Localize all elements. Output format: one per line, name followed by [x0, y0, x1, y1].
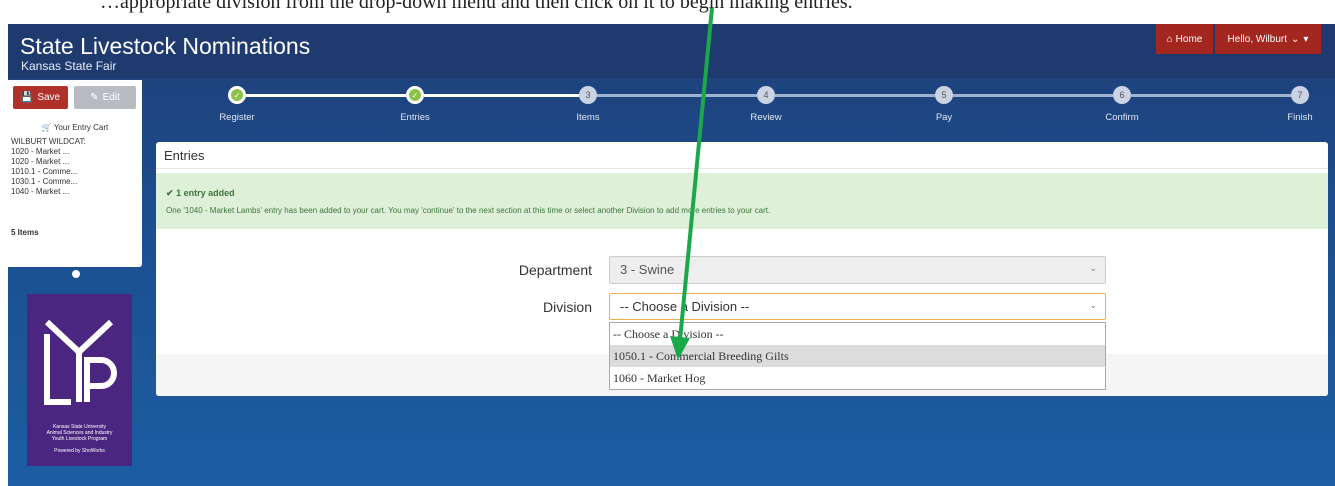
step-review-circle[interactable]: 4	[757, 86, 775, 104]
check-icon: ✓	[231, 89, 243, 101]
lyp-logo-mark	[44, 319, 117, 405]
step-connector	[953, 94, 1113, 97]
progress-stepper: ✓ Register ✓ Entries 3 Items 4 Review 5 …	[168, 80, 1328, 138]
divider	[156, 168, 1328, 169]
step-items-circle[interactable]: 3	[579, 86, 597, 104]
division-value: -- Choose a Division --	[620, 299, 750, 314]
entries-card: Entries ✔ 1 entry added One '1040 - Mark…	[156, 142, 1328, 396]
step-review-label: Review	[750, 112, 782, 123]
sidebar-toggle[interactable]	[72, 270, 80, 278]
cart-list: 1020 - Market ... 1020 - Market ... 1010…	[11, 147, 77, 197]
home-label: Home	[1175, 33, 1203, 45]
cart-owner: WILBURT WILDCAT:	[11, 137, 86, 146]
cart-item[interactable]: 1030.1 - Comme...	[11, 177, 77, 187]
cart-item[interactable]: 1020 - Market ...	[11, 147, 77, 157]
alert-title-text: 1 entry added	[176, 188, 235, 198]
step-entries-circle[interactable]: ✓	[406, 86, 424, 104]
check-icon: ✔	[166, 188, 174, 198]
edit-button[interactable]: ✎ Edit	[74, 86, 136, 109]
step-register-label: Register	[219, 112, 255, 123]
home-button[interactable]: ⌂ Home	[1156, 24, 1213, 54]
cart-count: 5 Items	[11, 228, 39, 237]
app-header: State Livestock Nominations Kansas State…	[8, 24, 1335, 78]
step-pay-label: Pay	[935, 112, 953, 123]
step-connector	[597, 94, 757, 97]
step-connector	[424, 94, 579, 97]
chevron-down-icon: ⌄	[1291, 33, 1300, 45]
division-option-highlighted[interactable]: 1050.1 - Commercial Breeding Gilts	[610, 345, 1105, 367]
cart-heading-label: Your Entry Cart	[53, 123, 109, 132]
success-alert: ✔ 1 entry added One '1040 - Market Lambs…	[156, 173, 1328, 229]
caret-down-icon: ▾	[1303, 33, 1309, 45]
department-label: Department	[518, 262, 592, 278]
alert-title: ✔ 1 entry added	[166, 188, 235, 199]
step-register-circle[interactable]: ✓	[228, 86, 246, 104]
pencil-icon: ✎	[90, 92, 99, 103]
powered-by: Powered by ShoWorks	[54, 448, 105, 454]
floppy-disk-icon: 💾	[20, 92, 34, 103]
step-confirm-circle[interactable]: 6	[1113, 86, 1131, 104]
save-button[interactable]: 💾 Save	[13, 86, 68, 109]
step-connector	[246, 94, 406, 97]
user-label: Hello, Wilburt	[1227, 33, 1288, 45]
division-label: Division	[542, 299, 592, 315]
chevron-down-icon: ⌄	[1089, 263, 1097, 273]
user-menu-button[interactable]: Hello, Wilburt ⌄ ▾	[1215, 24, 1321, 54]
department-value: 3 - Swine	[620, 262, 675, 277]
step-finish-circle[interactable]: 7	[1291, 86, 1309, 104]
caption-text: …appropriate division from the drop-down…	[100, 0, 853, 13]
home-icon: ⌂	[1166, 33, 1173, 45]
save-label: Save	[37, 92, 61, 103]
cart-heading: 🛒 Your Entry Cart	[8, 123, 142, 132]
lyp-logo: Kansas State University Animal Sciences …	[27, 294, 132, 466]
cart-item[interactable]: 1020 - Market ...	[11, 157, 77, 167]
logo-line-3: Youth Livestock Program	[51, 436, 108, 442]
app-subtitle: Kansas State Fair	[21, 59, 117, 73]
cart-icon: 🛒	[41, 123, 52, 132]
step-items-label: Items	[576, 112, 600, 123]
step-finish-label: Finish	[1287, 112, 1313, 123]
entry-cart-panel: 💾 Save ✎ Edit 🛒 Your Entry Cart WILBURT …	[8, 80, 142, 267]
app-title: State Livestock Nominations	[20, 33, 311, 59]
page-caption: …appropriate division from the drop-down…	[0, 0, 1335, 24]
division-select[interactable]: -- Choose a Division -- ⌄	[609, 293, 1106, 320]
chevron-down-icon: ⌄	[1089, 300, 1097, 310]
department-select[interactable]: 3 - Swine ⌄	[609, 256, 1106, 284]
step-connector	[775, 94, 935, 97]
step-connector	[1131, 94, 1291, 97]
cart-item[interactable]: 1040 - Market ...	[11, 187, 77, 197]
division-option[interactable]: -- Choose a Division --	[610, 323, 1105, 345]
cart-item[interactable]: 1010.1 - Comme...	[11, 167, 77, 177]
app-window: State Livestock Nominations Kansas State…	[8, 24, 1335, 486]
step-entries-label: Entries	[400, 112, 430, 123]
card-title: Entries	[164, 148, 205, 163]
division-dropdown[interactable]: -- Choose a Division -- 1050.1 - Commerc…	[609, 322, 1106, 390]
division-option[interactable]: 1060 - Market Hog	[610, 367, 1105, 389]
edit-label: Edit	[102, 92, 120, 103]
alert-text: One '1040 - Market Lambs' entry has been…	[166, 206, 771, 215]
step-pay-circle[interactable]: 5	[935, 86, 953, 104]
check-icon: ✓	[409, 89, 421, 101]
step-confirm-label: Confirm	[1105, 112, 1139, 123]
